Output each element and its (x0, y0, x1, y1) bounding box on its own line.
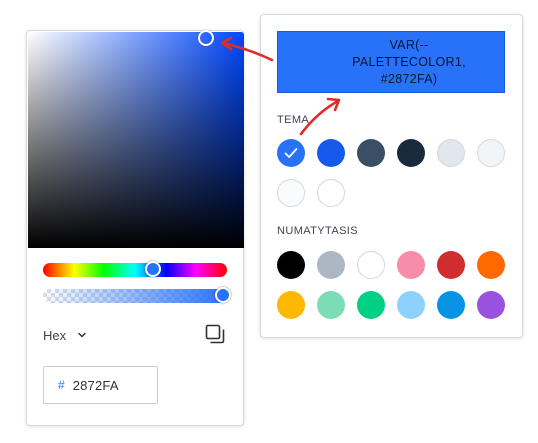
default-color-swatch[interactable] (397, 251, 425, 279)
default-color-swatch[interactable] (277, 251, 305, 279)
theme-color-swatch[interactable] (277, 179, 305, 207)
theme-section-label: TEMA (277, 114, 310, 126)
copy-icon[interactable] (205, 324, 225, 344)
default-color-swatch[interactable] (357, 291, 385, 319)
theme-color-swatch[interactable] (437, 139, 465, 167)
theme-color-swatch[interactable] (317, 139, 345, 167)
hex-prefix: # (58, 378, 65, 392)
hex-value[interactable]: 2872FA (73, 378, 119, 393)
default-color-swatch[interactable] (437, 251, 465, 279)
theme-color-swatch[interactable] (317, 179, 345, 207)
theme-color-swatch[interactable] (357, 139, 385, 167)
checkmark-icon (284, 148, 298, 158)
default-color-swatch[interactable] (357, 251, 385, 279)
default-section-label: NUMATYTASIS (277, 225, 358, 237)
color-preview: VAR(--PALETTECOLOR1, #2872FA) (277, 31, 505, 93)
hex-input[interactable]: # 2872FA (43, 366, 158, 404)
default-color-swatch[interactable] (437, 291, 465, 319)
theme-color-swatch[interactable] (477, 139, 505, 167)
saturation-value-handle[interactable] (198, 30, 214, 46)
opacity-slider-handle[interactable] (215, 287, 231, 303)
color-preview-text: VAR(--PALETTECOLOR1, #2872FA) (352, 37, 466, 86)
saturation-value-area[interactable] (28, 30, 244, 248)
default-color-swatch[interactable] (397, 291, 425, 319)
default-color-swatch[interactable] (317, 251, 345, 279)
default-color-swatch[interactable] (317, 291, 345, 319)
default-color-swatch[interactable] (477, 291, 505, 319)
chevron-down-icon (78, 332, 86, 338)
hue-slider[interactable] (43, 263, 227, 277)
hue-slider-handle[interactable] (145, 261, 161, 277)
palette-panel: VAR(--PALETTECOLOR1, #2872FA) TEMA NUMAT… (260, 14, 523, 338)
opacity-slider[interactable] (43, 289, 227, 303)
color-format-label: Hex (43, 327, 67, 343)
theme-color-swatch-selected[interactable] (277, 139, 305, 167)
color-format-dropdown[interactable]: Hex (43, 327, 88, 343)
color-picker-panel: Hex # 2872FA (26, 30, 244, 426)
theme-color-swatch[interactable] (397, 139, 425, 167)
default-color-swatch[interactable] (277, 291, 305, 319)
default-color-swatch[interactable] (477, 251, 505, 279)
